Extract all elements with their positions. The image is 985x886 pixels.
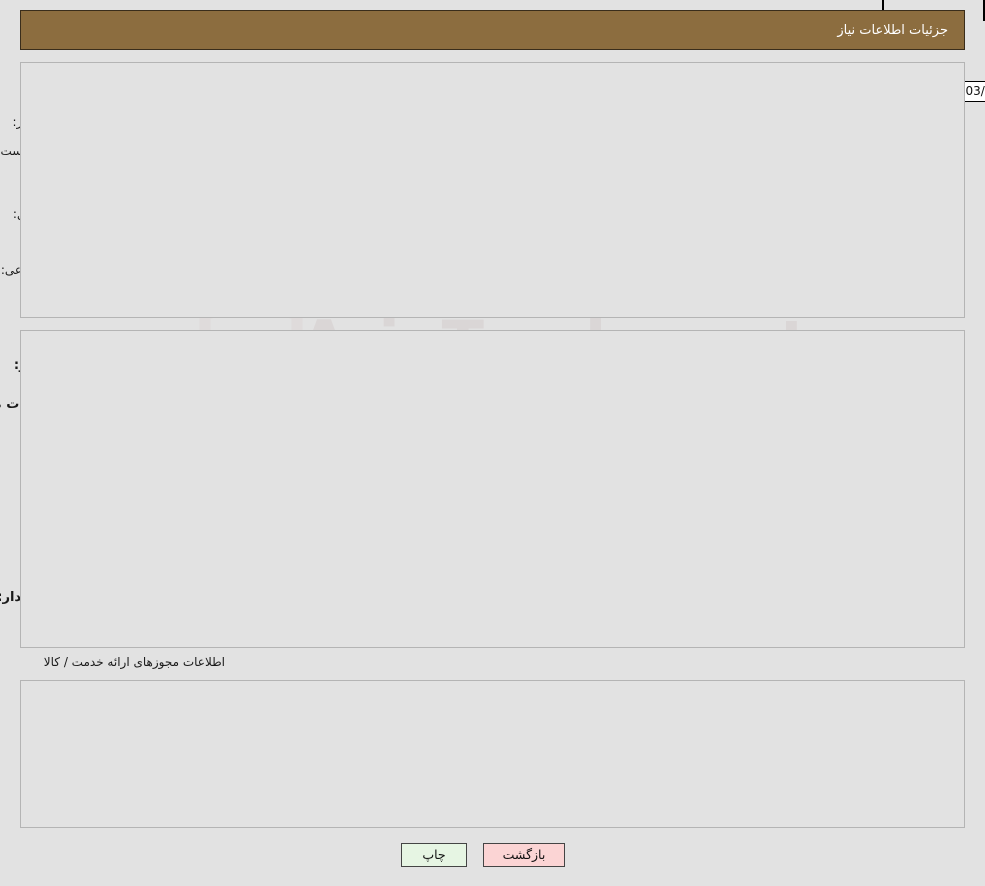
back-button[interactable]: بازگشت	[483, 843, 565, 867]
print-button[interactable]: چاپ	[401, 843, 467, 867]
page-root: AriaTender.net جزئیات اطلاعات نیاز شماره…	[0, 0, 985, 886]
need-details-panel	[20, 330, 965, 648]
page-header-bar: جزئیات اطلاعات نیاز	[20, 10, 965, 50]
page-title: جزئیات اطلاعات نیاز	[837, 23, 948, 38]
permits-panel	[20, 680, 965, 828]
need-summary-panel	[20, 62, 965, 318]
permits-section-heading: اطلاعات مجوزهای ارائه خدمت / کالا	[44, 655, 225, 669]
